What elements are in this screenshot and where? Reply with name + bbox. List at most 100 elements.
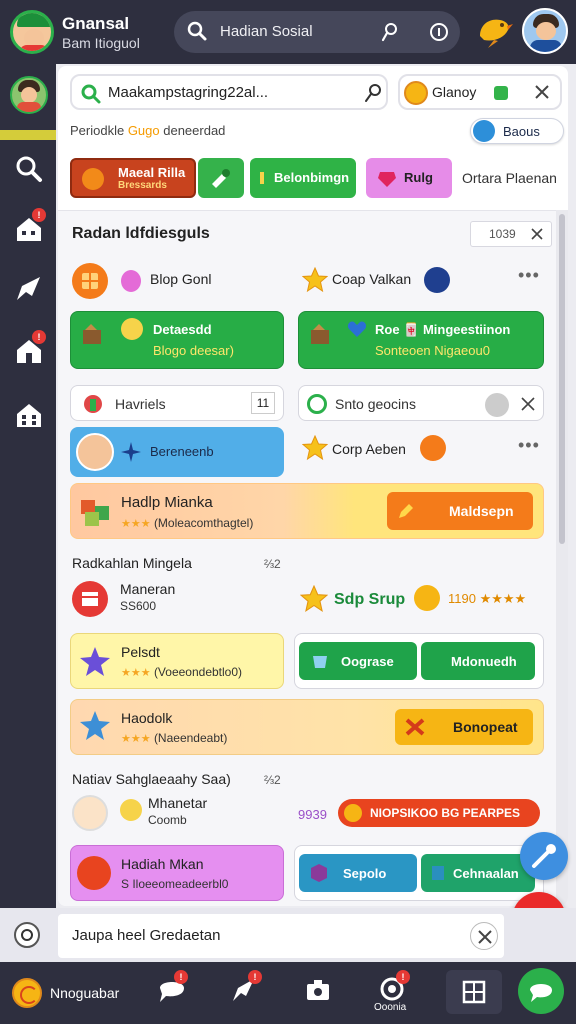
search-icon xyxy=(80,83,102,110)
pelsdt-actions: Oograse Mdonuedh xyxy=(294,633,544,689)
url-value: Maakampstagring22al... xyxy=(108,84,269,101)
action-button[interactable]: Cehnaalan xyxy=(421,854,535,892)
balloon-icon xyxy=(118,269,144,300)
star-icon xyxy=(299,584,329,618)
subsection-title: Radkahlan Mingela xyxy=(72,555,192,571)
action-button[interactable]: Mdonuedh xyxy=(421,642,535,680)
person-avatar[interactable] xyxy=(72,795,108,831)
sidebar-badge: ! xyxy=(32,208,46,222)
more-icon[interactable]: ••• xyxy=(518,435,540,456)
rocket-icon[interactable]: ! xyxy=(228,970,262,1006)
nav-badge: ! xyxy=(248,970,262,984)
sparkle-icon xyxy=(120,441,142,468)
sidebar-building-icon[interactable] xyxy=(14,400,44,430)
edit-icon[interactable] xyxy=(362,82,384,109)
crown-icon xyxy=(81,324,107,351)
notification-bird-icon[interactable] xyxy=(474,10,514,50)
item-score: 1190 ★★★★ xyxy=(448,591,527,606)
item-title: Maneran xyxy=(120,581,176,597)
item-subtitle: SS600 xyxy=(120,599,157,613)
grid-app-icon[interactable] xyxy=(72,263,108,299)
notification-text: Jaupa heel Gredaetan xyxy=(72,927,221,944)
blocks-icon xyxy=(79,494,113,533)
profile-avatar[interactable] xyxy=(10,10,54,54)
chip-belonbimgn[interactable]: Belonbimgn xyxy=(250,158,356,198)
snto-row[interactable]: Snto geocins xyxy=(298,385,544,421)
person-avatar xyxy=(76,433,114,471)
action-button[interactable]: Oograse xyxy=(299,642,417,680)
chip-rulg[interactable]: Rulg xyxy=(366,158,452,198)
star-icon xyxy=(301,434,329,466)
haodolk-banner[interactable]: Haodolk ★★★ (Naeendeabt) Bonopeat xyxy=(70,699,544,755)
info-icon[interactable] xyxy=(428,21,450,48)
havriels-row[interactable]: Havriels 11 xyxy=(70,385,284,421)
sidebar-avatar[interactable] xyxy=(10,76,48,114)
green-card[interactable]: Detaesdd Blogo deesar) xyxy=(70,311,284,369)
notification-box[interactable]: Jaupa heel Gredaetan xyxy=(58,914,504,958)
focus-button[interactable]: Baous xyxy=(470,118,564,144)
chip-trail-label[interactable]: Ortara Plaenan xyxy=(462,170,557,186)
subsection-title: Natiav Sahglaeaahy Saa) xyxy=(72,771,231,787)
item-title: Mhanetar xyxy=(148,795,208,811)
coin-icon[interactable] xyxy=(12,978,42,1008)
action-button[interactable]: Sepolo xyxy=(299,854,417,892)
account-label: Glanoy xyxy=(432,84,477,100)
tag-icon xyxy=(431,865,445,884)
haodolk-action-button[interactable]: Bonopeat xyxy=(395,709,533,745)
sidebar-store-icon[interactable]: ! xyxy=(14,330,46,366)
edit-icon[interactable] xyxy=(380,21,400,48)
grid-icon[interactable] xyxy=(446,970,502,1014)
notification-bar: Jaupa heel Gredaetan xyxy=(0,908,576,962)
pelsdt-card[interactable]: Pelsdt ★★★ (Voeeondebtlo0) xyxy=(70,633,284,689)
chat-fab[interactable] xyxy=(518,968,564,1014)
content-section: Radan ldfdiesguls 1039 Blop Gonl Coap Va… xyxy=(58,210,556,906)
green-card[interactable]: Roe 🀄 Mingeestiinon Sonteoen Nigaeou0 xyxy=(298,311,544,369)
share-fab[interactable] xyxy=(520,832,568,880)
red-pill-button[interactable]: NIOPSIKOO BG PEARPES xyxy=(338,799,540,827)
star-badge-icon xyxy=(79,646,111,683)
item-highlight: Sdp Srup xyxy=(334,591,406,608)
search-bar[interactable]: Hadian Sosial xyxy=(174,11,460,53)
hadiah-card[interactable]: Hadiah Mkan S Iloeeomeadeerbl0 xyxy=(70,845,284,901)
chip-tools[interactable] xyxy=(198,158,244,198)
close-icon[interactable] xyxy=(532,82,552,107)
chip-maeal-rilla[interactable]: Maeal Rilla Bressards xyxy=(70,158,196,198)
close-icon[interactable] xyxy=(529,226,545,247)
calendar-icon[interactable] xyxy=(72,581,108,617)
camera-icon[interactable] xyxy=(302,974,334,1006)
smiley-icon xyxy=(121,318,143,340)
ball-icon xyxy=(82,168,104,190)
focus-label: Baous xyxy=(503,124,540,139)
radio-icon xyxy=(307,394,327,414)
bucket-icon xyxy=(311,652,329,673)
flag-icon xyxy=(81,393,105,420)
close-icon[interactable] xyxy=(519,395,537,418)
promo-banner[interactable]: Hadlp Mianka ★★★ (Moleacomthagtel) Malds… xyxy=(70,483,544,539)
item-score: 9939 xyxy=(298,807,327,822)
chat-bubble-icon[interactable]: ! xyxy=(156,970,188,1006)
radio-button[interactable] xyxy=(14,922,40,948)
gem-icon xyxy=(376,168,398,191)
promo-action-button[interactable]: Maldsepn xyxy=(387,492,533,530)
count-box: 11 xyxy=(251,392,275,414)
focus-icon xyxy=(473,120,495,142)
url-input[interactable]: Maakampstagring22al... xyxy=(70,74,388,110)
pencil-icon xyxy=(397,502,415,523)
section-filter-box[interactable]: 1039 xyxy=(470,221,552,247)
star-icon xyxy=(79,710,111,747)
top-bar: Gnansal Bam Itioguol Hadian Sosial xyxy=(0,0,576,64)
sidebar-home-icon[interactable]: ! xyxy=(14,208,46,244)
sidebar-send-icon[interactable] xyxy=(14,274,44,304)
sidebar-search-icon[interactable] xyxy=(14,154,44,184)
search-icon xyxy=(186,20,208,47)
more-icon[interactable]: ••• xyxy=(518,265,540,286)
app-subtitle: Bam Itioguol xyxy=(62,35,140,51)
close-icon[interactable] xyxy=(470,922,498,950)
toggle-icon[interactable] xyxy=(485,393,509,417)
scrollbar[interactable] xyxy=(556,210,568,906)
account-pill[interactable]: Glanoy xyxy=(398,74,562,110)
subsection-count: ⅔2 xyxy=(264,557,281,571)
bereneenb-card[interactable]: Bereneenb xyxy=(70,427,284,477)
user-avatar[interactable] xyxy=(522,8,568,54)
nav-badge: ! xyxy=(174,970,188,984)
